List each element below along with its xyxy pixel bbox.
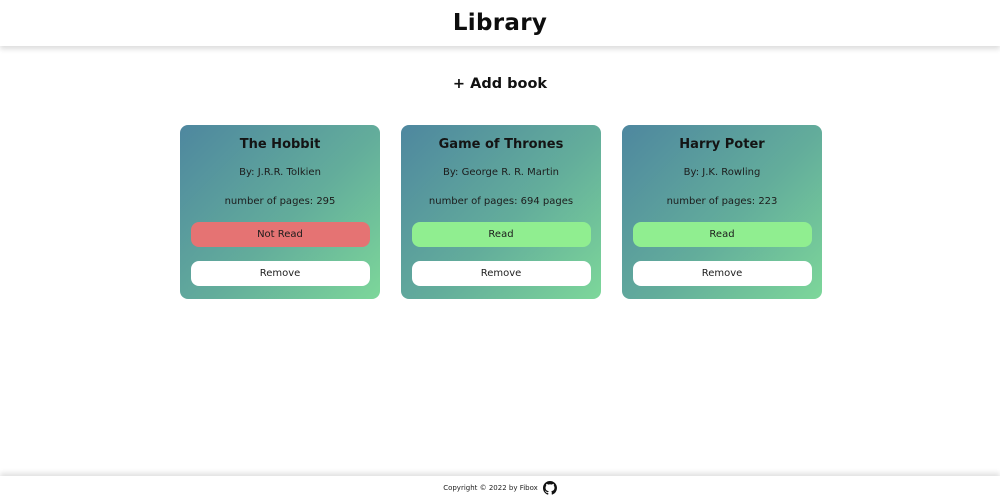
- book-author: By: George R. R. Martin: [442, 167, 560, 178]
- book-pages: number of pages: 694 pages: [428, 196, 574, 207]
- book-card: The Hobbit By: J.R.R. Tolkien number of …: [180, 125, 380, 299]
- book-pages: number of pages: 295: [224, 196, 336, 207]
- book-card: Game of Thrones By: George R. R. Martin …: [401, 125, 601, 299]
- book-pages: number of pages: 223: [666, 196, 778, 207]
- book-title: Harry Poter: [679, 137, 765, 152]
- page-header: Library: [0, 0, 1000, 46]
- remove-book-button[interactable]: Remove: [190, 261, 370, 286]
- read-status-toggle[interactable]: Read: [411, 222, 591, 247]
- book-list: The Hobbit By: J.R.R. Tolkien number of …: [180, 125, 822, 299]
- book-title: The Hobbit: [239, 137, 321, 152]
- book-card: Harry Poter By: J.K. Rowling number of p…: [622, 125, 822, 299]
- remove-book-button[interactable]: Remove: [411, 261, 591, 286]
- read-status-toggle[interactable]: Read: [632, 222, 812, 247]
- page-title: Library: [452, 10, 548, 36]
- github-icon[interactable]: [542, 481, 557, 495]
- read-status-toggle[interactable]: Not Read: [190, 222, 370, 247]
- copyright-text: Copyright © 2022 by Fibox: [443, 484, 538, 492]
- remove-book-button[interactable]: Remove: [632, 261, 812, 286]
- add-book-bar: + Add book: [0, 74, 1000, 94]
- page-footer: Copyright © 2022 by Fibox: [0, 476, 1000, 500]
- book-author: By: J.R.R. Tolkien: [239, 167, 321, 178]
- add-book-button[interactable]: + Add book: [445, 74, 555, 94]
- book-author: By: J.K. Rowling: [683, 167, 761, 178]
- book-title: Game of Thrones: [438, 137, 564, 152]
